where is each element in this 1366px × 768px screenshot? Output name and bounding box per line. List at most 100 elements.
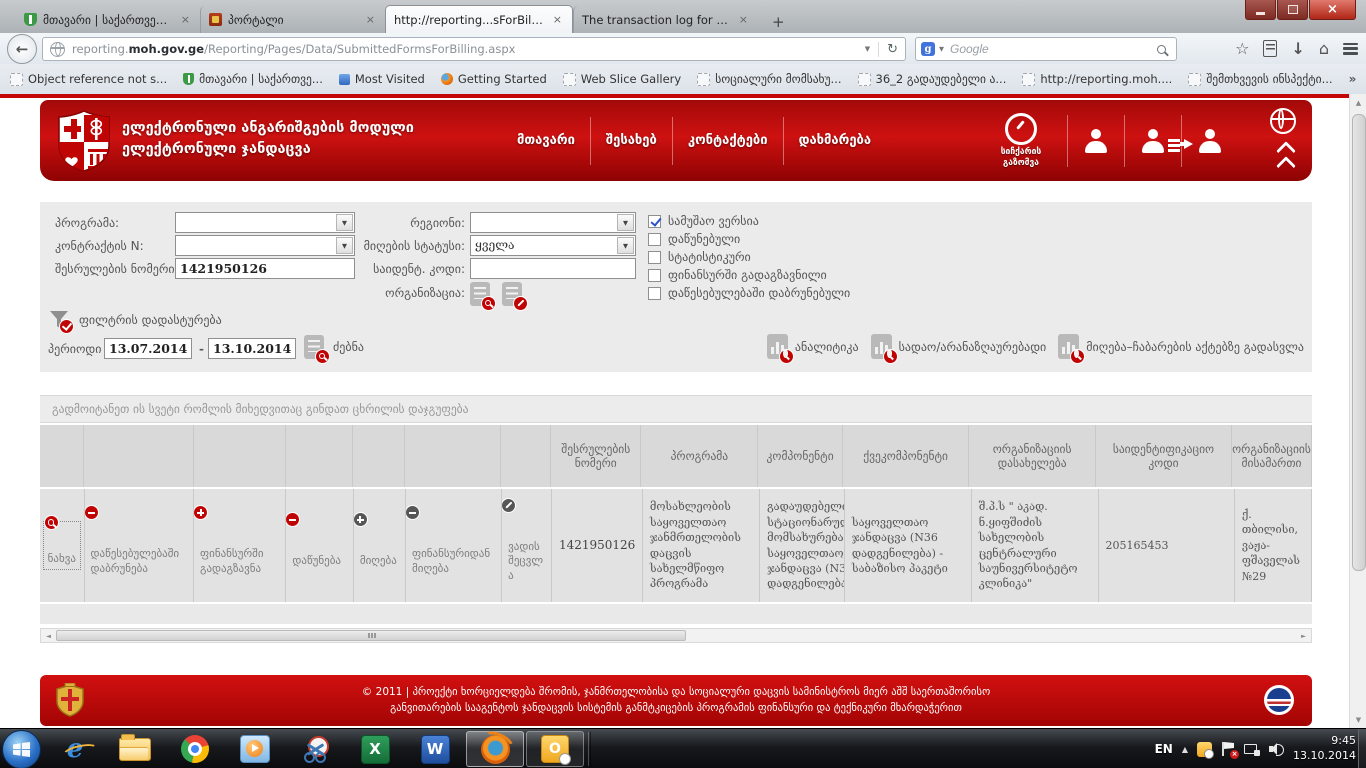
- collapse-chevrons-icon[interactable]: [1279, 144, 1293, 173]
- search-bar[interactable]: g ▼: [915, 37, 1177, 61]
- url-bar[interactable]: reporting. moh.gov.ge /Reporting/Pages/D…: [42, 37, 906, 61]
- region-select[interactable]: ▼: [470, 212, 636, 233]
- vertical-scrollbar[interactable]: ▲ ▼: [1349, 94, 1366, 728]
- horizontal-scroll-thumb[interactable]: [56, 630, 686, 641]
- speed-test-button[interactable]: სიჩქარის გაზომვა: [975, 113, 1067, 168]
- profile-button[interactable]: [1068, 129, 1124, 153]
- column-header-organization[interactable]: ორგანიზაციის დასახელება: [969, 425, 1096, 487]
- receive-status-select[interactable]: ყველა ▼: [470, 235, 636, 256]
- change-deadline-button[interactable]: ვადის შეცვლა: [502, 489, 552, 602]
- chevron-down-icon[interactable]: ▼: [617, 237, 634, 254]
- bookmark-item-most-visited[interactable]: Most Visited: [339, 72, 425, 86]
- period-from-input[interactable]: [104, 338, 192, 359]
- checkbox-rejected[interactable]: დაწუნებული: [648, 232, 740, 246]
- bookmark-item[interactable]: მთავარი | საქართვე...: [183, 72, 323, 86]
- scroll-up-icon[interactable]: ▲: [1350, 94, 1366, 111]
- logout-button[interactable]: [1182, 129, 1238, 153]
- restore-button[interactable]: [1277, 0, 1308, 20]
- bookmark-item[interactable]: Object reference not s...: [10, 72, 167, 86]
- organization-search-button[interactable]: [470, 282, 490, 306]
- bookmark-item[interactable]: სოციალური მომსახუ...: [697, 72, 841, 86]
- checkbox-working-version[interactable]: სამუშაო ვერსია: [648, 214, 759, 228]
- bookmark-item[interactable]: შემთხვევის ინსპექტი...: [1188, 72, 1332, 86]
- acceptance-acts-button[interactable]: მიღება–ჩაბარების აქტებზე გადასვლა: [1058, 334, 1304, 359]
- google-engine-icon[interactable]: g: [921, 42, 935, 56]
- volume-icon[interactable]: [1269, 742, 1284, 756]
- menu-icon[interactable]: [1343, 43, 1358, 55]
- site-identity-globe-icon[interactable]: [50, 42, 65, 57]
- home-icon[interactable]: ⌂: [1319, 41, 1329, 57]
- bookmark-item[interactable]: 36_2 გადაუდებელი ა...: [858, 72, 1007, 86]
- downloads-icon[interactable]: ↓: [1291, 41, 1304, 57]
- tab-close-icon[interactable]: ×: [551, 13, 564, 26]
- period-to-input[interactable]: [208, 338, 296, 359]
- user-list-button[interactable]: [1125, 129, 1181, 153]
- taskbar-media-player-button[interactable]: [226, 731, 284, 767]
- view-button[interactable]: ნახვა: [40, 489, 85, 602]
- search-button[interactable]: ძებნა: [304, 335, 364, 359]
- bookmarks-overflow-chevron[interactable]: »: [1349, 72, 1357, 86]
- scroll-down-icon[interactable]: ▼: [1350, 711, 1366, 728]
- tab-close-icon[interactable]: ×: [364, 13, 377, 26]
- column-header-execution-number[interactable]: შესრულების ნომერი: [551, 425, 641, 487]
- column-header-address[interactable]: ორგანიზაციის მისამართი: [1232, 425, 1312, 487]
- checkbox-returned-to-institution[interactable]: დაწესებულებაში დაბრუნებული: [648, 286, 850, 300]
- tray-clock[interactable]: 9:45 13.10.2014: [1293, 734, 1356, 764]
- search-magnifier-icon[interactable]: [1157, 45, 1166, 54]
- bookmark-item[interactable]: http://reporting.moh....: [1022, 72, 1172, 86]
- start-button[interactable]: [2, 730, 41, 768]
- tab-close-icon[interactable]: ×: [737, 13, 750, 26]
- bookmark-star-icon[interactable]: ☆: [1235, 41, 1249, 57]
- send-to-financial-button[interactable]: ფინანსურში გადაგზავნა: [194, 489, 286, 602]
- tab-close-icon[interactable]: ×: [179, 13, 192, 26]
- new-tab-button[interactable]: +: [764, 11, 793, 33]
- taskbar-chrome-button[interactable]: [166, 731, 224, 767]
- reload-icon[interactable]: ↻: [878, 42, 898, 57]
- scroll-left-icon[interactable]: ◄: [41, 629, 56, 642]
- tray-expand-icon[interactable]: ▲: [1182, 745, 1188, 754]
- language-globe-icon[interactable]: [1270, 108, 1296, 134]
- column-header-program[interactable]: პროგრამა: [641, 425, 758, 487]
- taskbar-excel-button[interactable]: X: [346, 731, 404, 767]
- nav-item-about[interactable]: შესახებ: [591, 133, 672, 148]
- filter-confirm-button[interactable]: ფილტრის დადასტურება: [48, 309, 222, 331]
- taskbar-ie-button[interactable]: e: [46, 731, 104, 767]
- nav-item-contacts[interactable]: კონტაქტები: [673, 133, 783, 148]
- reject-button[interactable]: დაწუნება: [286, 489, 353, 602]
- tab-transaction-log[interactable]: The transaction log for databas... ×: [573, 6, 758, 33]
- taskbar-outlook-button[interactable]: O: [526, 731, 584, 767]
- taskbar-word-button[interactable]: W: [406, 731, 464, 767]
- show-desktop-button[interactable]: [1358, 729, 1366, 768]
- analytics-button[interactable]: ანალიტიკა: [767, 334, 859, 359]
- close-button[interactable]: ×: [1309, 0, 1356, 20]
- tab-home[interactable]: მთავარი | საქართველოს ... ×: [16, 6, 200, 33]
- taskbar-explorer-button[interactable]: [106, 731, 164, 767]
- checkbox-icon[interactable]: [648, 251, 661, 264]
- return-to-institution-button[interactable]: დაწესებულებაში დაბრუნება: [85, 489, 195, 602]
- ident-code-input[interactable]: [470, 258, 636, 279]
- scroll-right-icon[interactable]: ►: [1296, 629, 1311, 642]
- bookmark-item-getting-started[interactable]: Getting Started: [441, 72, 547, 86]
- search-input[interactable]: [944, 42, 1157, 56]
- bookmark-item[interactable]: Web Slice Gallery: [563, 72, 681, 86]
- checkbox-icon[interactable]: [648, 233, 661, 246]
- network-icon[interactable]: [1244, 742, 1260, 756]
- tab-portal[interactable]: პორტალი ×: [200, 6, 385, 33]
- back-button[interactable]: ←: [7, 34, 37, 64]
- column-header-subcomponent[interactable]: ქვეკომპონენტი: [843, 425, 970, 487]
- checkbox-icon[interactable]: [648, 269, 661, 282]
- minimize-button[interactable]: [1245, 0, 1276, 20]
- taskbar-firefox-button[interactable]: [466, 731, 524, 767]
- grid-group-hint-bar[interactable]: გადმოიტანეთ ის სვეტი რომლის მიხედვითაც გ…: [40, 395, 1312, 423]
- receive-from-financial-button[interactable]: ფინანსურიდან მიღება: [406, 489, 502, 602]
- language-indicator[interactable]: EN: [1155, 742, 1173, 756]
- checkbox-sent-to-financial[interactable]: ფინანსურში გადაგზავნილი: [648, 268, 827, 282]
- action-center-flag-icon[interactable]: ×: [1221, 741, 1235, 757]
- checkbox-statistical[interactable]: სტატისტიკური: [648, 250, 751, 264]
- accept-button[interactable]: მიღება: [354, 489, 406, 602]
- tray-outlook-icon[interactable]: [1197, 742, 1212, 757]
- checkbox-icon[interactable]: [648, 287, 661, 300]
- organization-edit-button[interactable]: [502, 282, 522, 306]
- taskbar-snipping-tool-button[interactable]: [286, 731, 344, 767]
- column-header-component[interactable]: კომპონენტი: [758, 425, 842, 487]
